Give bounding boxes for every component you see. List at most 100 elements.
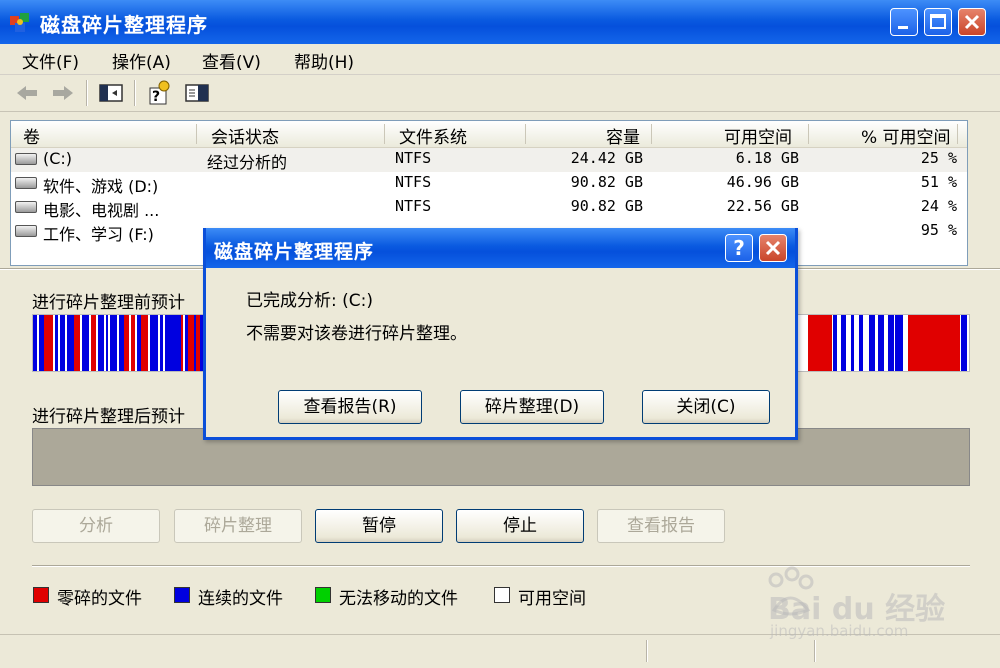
legend-swatch-free-space	[494, 587, 510, 603]
legend-label-fragmented: 零碎的文件	[57, 589, 142, 609]
legend-swatch-fragmented	[33, 587, 49, 603]
properties-panel-icon[interactable]	[184, 82, 210, 104]
defragment-button[interactable]: 碎片整理	[174, 509, 302, 543]
legend-label-unmovable: 无法移动的文件	[339, 589, 458, 609]
cluster-stripe	[71, 315, 74, 371]
column-header-filesystem[interactable]: 文件系统	[399, 123, 467, 148]
view-report-dialog-button[interactable]: 查看报告(R)	[278, 390, 422, 424]
cluster-stripe	[98, 315, 104, 371]
menu-file[interactable]: 文件(F)	[22, 48, 79, 73]
cluster-stripe	[137, 315, 141, 371]
close-icon	[964, 14, 980, 30]
view-report-button[interactable]: 查看报告	[597, 509, 725, 543]
cluster-stripe	[895, 315, 903, 371]
dialog-title: 磁盘碎片整理程序	[214, 241, 375, 263]
toolbar-separator	[134, 80, 136, 106]
cluster-stripe	[165, 315, 168, 371]
dialog-title-bar[interactable]: 磁盘碎片整理程序 ?	[206, 228, 795, 268]
cluster-stripe	[91, 315, 96, 371]
pause-button[interactable]: 暂停	[315, 509, 443, 543]
back-arrow-icon[interactable]	[14, 82, 40, 104]
cluster-stripe	[119, 315, 124, 371]
cluster-stripe	[69, 315, 71, 371]
legend-label-free-space: 可用空间	[518, 589, 586, 609]
cluster-stripe	[150, 315, 154, 371]
close-dialog-button[interactable]: 关闭(C)	[642, 390, 770, 424]
after-defrag-label: 进行碎片整理后预计	[32, 407, 185, 427]
column-header-volume[interactable]: 卷	[23, 123, 40, 148]
minimize-button[interactable]	[890, 8, 918, 36]
cluster-stripe	[196, 315, 200, 371]
cluster-stripe	[175, 315, 181, 371]
question-icon: ?	[733, 236, 745, 260]
status-separator	[646, 640, 648, 662]
forward-arrow-icon[interactable]	[50, 82, 76, 104]
column-header-percent-free[interactable]: % 可用空间	[861, 123, 951, 148]
cluster-stripe	[833, 315, 837, 371]
cluster-stripe	[859, 315, 863, 371]
cluster-stripe	[48, 315, 53, 371]
menu-action[interactable]: 操作(A)	[112, 48, 171, 73]
hard-drive-icon	[15, 201, 37, 213]
cluster-stripe	[888, 315, 894, 371]
table-row[interactable]: (C:) 经过分析的 NTFS 24.42 GB 6.18 GB 25 %	[11, 148, 967, 172]
cluster-stripe	[841, 315, 846, 371]
legend-label-contiguous: 连续的文件	[198, 589, 283, 609]
dialog-close-button[interactable]	[759, 234, 787, 262]
before-defrag-label: 进行碎片整理前预计	[32, 293, 185, 313]
cluster-stripe	[106, 315, 108, 371]
legend-swatch-contiguous	[174, 587, 190, 603]
menu-view[interactable]: 查看(V)	[202, 48, 261, 73]
cluster-stripe	[82, 315, 89, 371]
hard-drive-icon	[15, 225, 37, 237]
recommendation-text: 不需要对该卷进行碎片整理。	[246, 324, 467, 344]
show-hide-tree-icon[interactable]	[98, 82, 124, 104]
close-icon	[765, 240, 781, 256]
maximize-icon	[930, 14, 946, 29]
column-header-free-space[interactable]: 可用空间	[724, 123, 792, 148]
legend-swatch-unmovable	[315, 587, 331, 603]
cluster-stripe	[185, 315, 188, 371]
cluster-stripe	[141, 315, 148, 371]
defrag-app-icon	[10, 13, 29, 32]
analysis-complete-dialog[interactable]: 磁盘碎片整理程序 ? 已完成分析: (C:) 不需要对该卷进行碎片整理。 查看报…	[203, 228, 798, 440]
help-button[interactable]: ?	[725, 234, 753, 262]
hard-drive-icon	[15, 153, 37, 165]
status-separator	[814, 640, 816, 662]
cluster-stripe	[851, 315, 854, 371]
cluster-stripe	[60, 315, 65, 371]
cluster-stripe	[808, 315, 832, 371]
help-question-icon[interactable]: ?	[146, 80, 172, 106]
list-header: 卷 会话状态 文件系统 容量 可用空间 % 可用空间	[11, 121, 967, 148]
cluster-stripe	[188, 315, 194, 371]
cluster-stripe	[67, 315, 69, 371]
cluster-stripe	[154, 315, 158, 371]
cluster-stripe	[124, 315, 129, 371]
divider	[32, 565, 970, 567]
cluster-stripe	[908, 315, 960, 371]
cluster-stripe	[869, 315, 875, 371]
analysis-result-text: 已完成分析: (C:)	[246, 291, 373, 311]
close-window-button[interactable]	[958, 8, 986, 36]
table-row[interactable]: 软件、游戏 (D:) NTFS 90.82 GB 46.96 GB 51 %	[11, 172, 967, 196]
cluster-stripe	[55, 315, 58, 371]
cluster-stripe	[131, 315, 135, 371]
minimize-icon	[898, 26, 908, 29]
stop-button[interactable]: 停止	[456, 509, 584, 543]
cluster-stripe	[33, 315, 37, 371]
column-header-status[interactable]: 会话状态	[211, 123, 279, 148]
analyze-button[interactable]: 分析	[32, 509, 160, 543]
cluster-stripe	[74, 315, 80, 371]
column-header-capacity[interactable]: 容量	[606, 123, 640, 148]
cluster-stripe	[181, 315, 183, 371]
cluster-stripe	[194, 315, 196, 371]
maximize-button[interactable]	[924, 8, 952, 36]
cluster-stripe	[39, 315, 42, 371]
defragment-dialog-button[interactable]: 碎片整理(D)	[460, 390, 604, 424]
menu-help[interactable]: 帮助(H)	[294, 48, 354, 73]
table-row[interactable]: 电影、电视剧 ... NTFS 90.82 GB 22.56 GB 24 %	[11, 196, 967, 220]
cluster-stripe	[961, 315, 967, 371]
window-title: 磁盘碎片整理程序	[40, 13, 208, 37]
cluster-stripe	[878, 315, 884, 371]
watermark-url: jingyan.baidu.com	[770, 622, 909, 640]
